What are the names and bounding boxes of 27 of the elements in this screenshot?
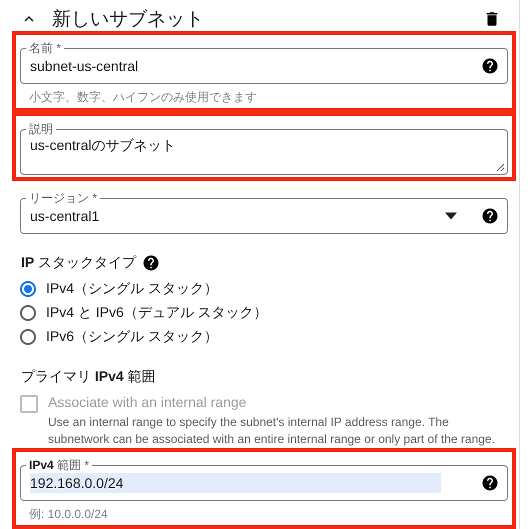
field-hint: 小文字、数字、ハイフンのみ使用できます [28,89,258,106]
checkbox-label: Associate with an internal range [48,394,248,410]
radio-button[interactable] [20,329,36,345]
help-icon[interactable] [481,207,499,225]
radio-label: IPv4（シングル スタック） [46,280,218,298]
radio-label: IPv4 と IPv6（デュアル スタック） [46,304,268,322]
field-label: IPv4 範囲 * [26,458,92,472]
field-value: us-centralのサブネット [30,136,176,155]
section-title: 新しいサブネット [52,8,205,32]
resize-handle-icon[interactable] [496,163,504,171]
help-icon[interactable] [481,57,499,75]
help-icon[interactable] [142,254,160,272]
radio-label: IPv6（シングル スタック） [46,328,218,346]
section-label: プライマリ IPv4 範囲 [20,367,157,386]
field-value: subnet-us-central [30,57,140,76]
radio-button[interactable] [20,305,36,321]
field-value: us-central1 [30,207,100,226]
dropdown-caret-icon [445,212,457,220]
help-icon[interactable] [481,474,499,492]
field-label: 名前 * [26,41,64,55]
field-label: リージョン * [26,191,100,205]
radio-button[interactable] [20,281,36,297]
field-label: 説明 [26,122,56,136]
field-value: 192.168.0.0/24 [30,473,441,493]
section-label: IP スタックタイプ [21,254,136,272]
checkbox-description: Use an internal range to specify the subnet's internal IP address range. The subnetwork can be associated with an entire internal range or only part of the range. [48,414,496,448]
field-hint: 例: 10.0.0.0/24 [28,506,109,523]
